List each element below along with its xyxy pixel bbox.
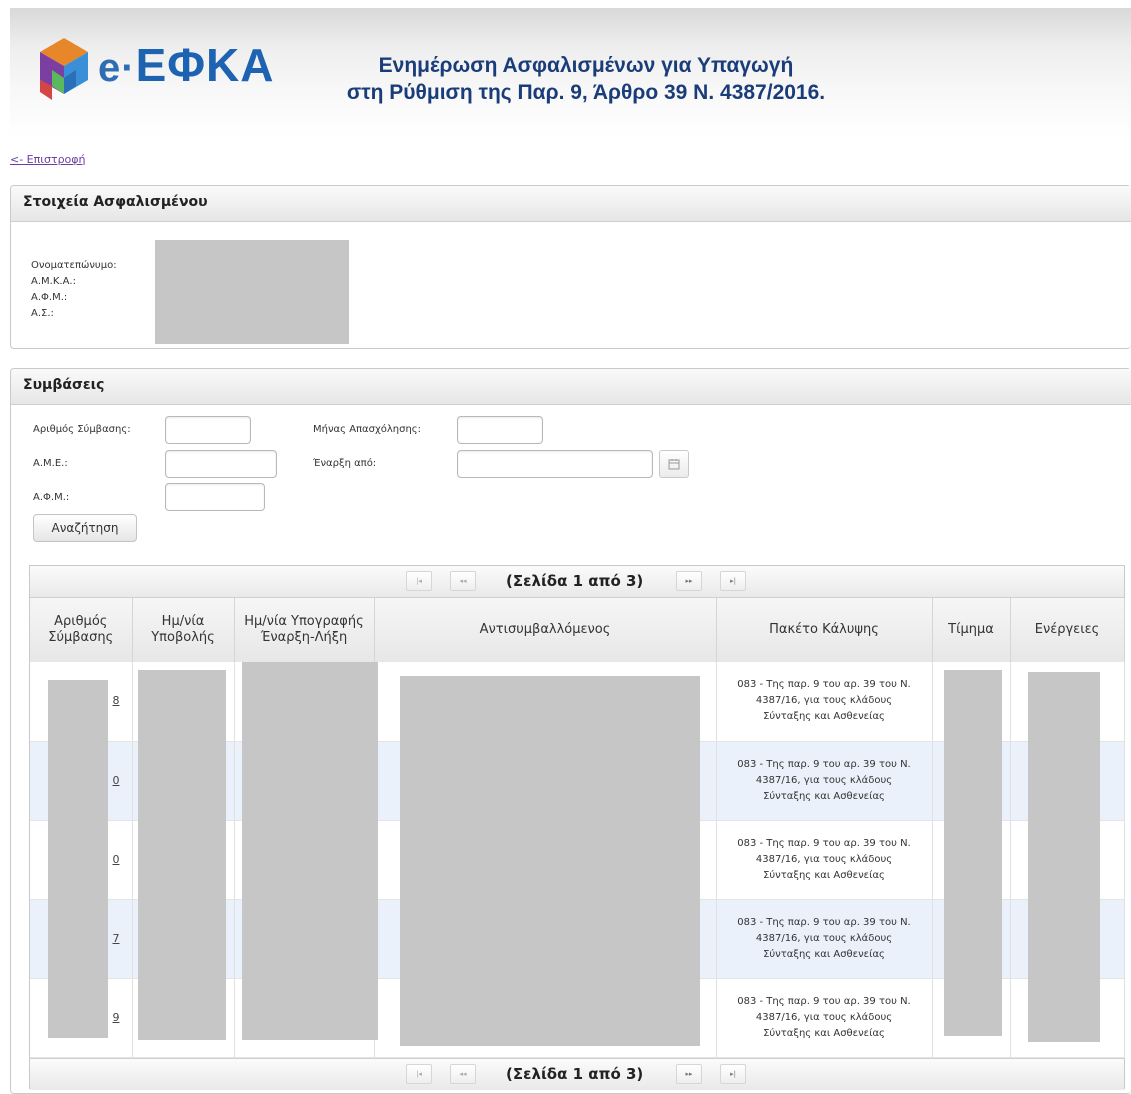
- calendar-button[interactable]: [659, 450, 689, 478]
- pager-top: |◂ ◂◂ (Σελίδα 1 από 3) ▸▸ ▸|: [30, 566, 1124, 598]
- insured-labels: Ονοματεπώνυμο: Α.Μ.Κ.Α.: Α.Φ.Μ.: Α.Σ.:: [31, 258, 117, 322]
- contracts-panel: Συμβάσεις Αριθμός Σύμβασης: Μήνας Απασχό…: [10, 368, 1131, 1094]
- col-contract-number[interactable]: Αριθμός Σύμβασης: [30, 598, 133, 662]
- start-from-label: Έναρξη από:: [313, 458, 377, 469]
- pager-next-button[interactable]: ▸▸: [676, 571, 702, 591]
- contracts-grid: |◂ ◂◂ (Σελίδα 1 από 3) ▸▸ ▸| Αριθμός Σύμ…: [29, 565, 1125, 1090]
- redacted-counterparties: [400, 676, 700, 1046]
- page-title-line2: στη Ρύθμιση της Παρ. 9, Άρθρο 39 Ν. 4387…: [346, 81, 826, 104]
- contract-number-link[interactable]: 7: [113, 931, 120, 947]
- calendar-icon: [668, 459, 680, 470]
- insured-panel-title: Στοιχεία Ασφαλισμένου: [11, 186, 1131, 222]
- contract-number-link[interactable]: 0: [113, 852, 120, 868]
- page-title-line1: Ενημέρωση Ασφαλισμένων για Υπαγωγή: [378, 54, 794, 77]
- contract-number-label: Αριθμός Σύμβασης:: [33, 424, 131, 435]
- redacted-actions: [1028, 672, 1100, 1042]
- amka-label: Α.Μ.Κ.Α.:: [31, 276, 76, 287]
- afm-label: Α.Φ.Μ.:: [31, 292, 68, 303]
- insured-panel: Στοιχεία Ασφαλισμένου Ονοματεπώνυμο: Α.Μ…: [10, 185, 1131, 349]
- start-from-input[interactable]: [457, 450, 653, 478]
- pager-first-button[interactable]: |◂: [406, 1064, 432, 1084]
- as-label: Α.Σ.:: [31, 308, 54, 319]
- search-button[interactable]: Αναζήτηση: [33, 514, 137, 542]
- coverage-package-cell: 083 - Της παρ. 9 του αρ. 39 του Ν. 4387/…: [716, 899, 933, 979]
- ame-label: Α.Μ.Ε.:: [33, 458, 68, 469]
- redacted-contract-numbers: [48, 680, 108, 1038]
- table-header-row: Αριθμός Σύμβασης Ημ/νία Υποβολής Ημ/νία …: [30, 598, 1125, 662]
- coverage-package-cell: 083 - Της παρ. 9 του αρ. 39 του Ν. 4387/…: [716, 741, 933, 821]
- pager-last-button[interactable]: ▸|: [720, 571, 746, 591]
- logo-cube-icon: [40, 38, 88, 100]
- employment-month-label: Μήνας Απασχόλησης:: [313, 424, 422, 435]
- fullname-label: Ονοματεπώνυμο:: [31, 260, 117, 271]
- contract-number-input[interactable]: [165, 416, 251, 444]
- contract-number-link[interactable]: 9: [113, 1010, 120, 1026]
- pager-last-button[interactable]: ▸|: [720, 1064, 746, 1084]
- col-coverage-package[interactable]: Πακέτο Κάλυψης: [716, 598, 933, 662]
- efka-logo: e·ΕΦΚΑ: [32, 34, 282, 124]
- afm-input[interactable]: [165, 483, 265, 511]
- pager-first-button[interactable]: |◂: [406, 571, 432, 591]
- coverage-package-cell: 083 - Της παρ. 9 του αρ. 39 του Ν. 4387/…: [716, 662, 933, 742]
- contract-number-link[interactable]: 8: [113, 693, 120, 709]
- afm-filter-label: Α.Φ.Μ.:: [33, 492, 70, 503]
- pager-bottom: |◂ ◂◂ (Σελίδα 1 από 3) ▸▸ ▸|: [30, 1058, 1124, 1090]
- col-price[interactable]: Τίμημα: [932, 598, 1011, 662]
- redacted-signature-dates: [242, 662, 378, 1040]
- back-link[interactable]: <- Επιστροφή: [10, 153, 86, 166]
- pager-prev-button[interactable]: ◂◂: [450, 571, 476, 591]
- contracts-panel-title: Συμβάσεις: [11, 369, 1131, 405]
- redacted-personal-info: [155, 240, 349, 344]
- ame-input[interactable]: [165, 450, 277, 478]
- pager-info: (Σελίδα 1 από 3): [506, 572, 644, 590]
- pager-info: (Σελίδα 1 από 3): [506, 1065, 644, 1083]
- header-banner: e·ΕΦΚΑ Ενημέρωση Ασφαλισμένων για Υπαγωγ…: [10, 8, 1131, 138]
- employment-month-input[interactable]: [457, 416, 543, 444]
- col-signature-date[interactable]: Ημ/νία Υπογραφής Έναρξη-Λήξη: [234, 598, 375, 662]
- pager-prev-button[interactable]: ◂◂: [450, 1064, 476, 1084]
- coverage-package-cell: 083 - Της παρ. 9 του αρ. 39 του Ν. 4387/…: [716, 978, 933, 1058]
- pager-next-button[interactable]: ▸▸: [676, 1064, 702, 1084]
- logo-wordmark: e·ΕΦΚΑ: [98, 39, 275, 91]
- redacted-prices: [944, 670, 1002, 1036]
- coverage-package-cell: 083 - Της παρ. 9 του αρ. 39 του Ν. 4387/…: [716, 820, 933, 900]
- contract-number-link[interactable]: 0: [113, 773, 120, 789]
- page-title: Ενημέρωση Ασφαλισμένων για Υπαγωγή στη Ρ…: [316, 52, 856, 106]
- col-actions[interactable]: Ενέργειες: [1010, 598, 1125, 662]
- col-submission-date[interactable]: Ημ/νία Υποβολής: [132, 598, 235, 662]
- col-counterparty[interactable]: Αντισυμβαλλόμενος: [374, 598, 717, 662]
- redacted-submission-dates: [138, 670, 226, 1040]
